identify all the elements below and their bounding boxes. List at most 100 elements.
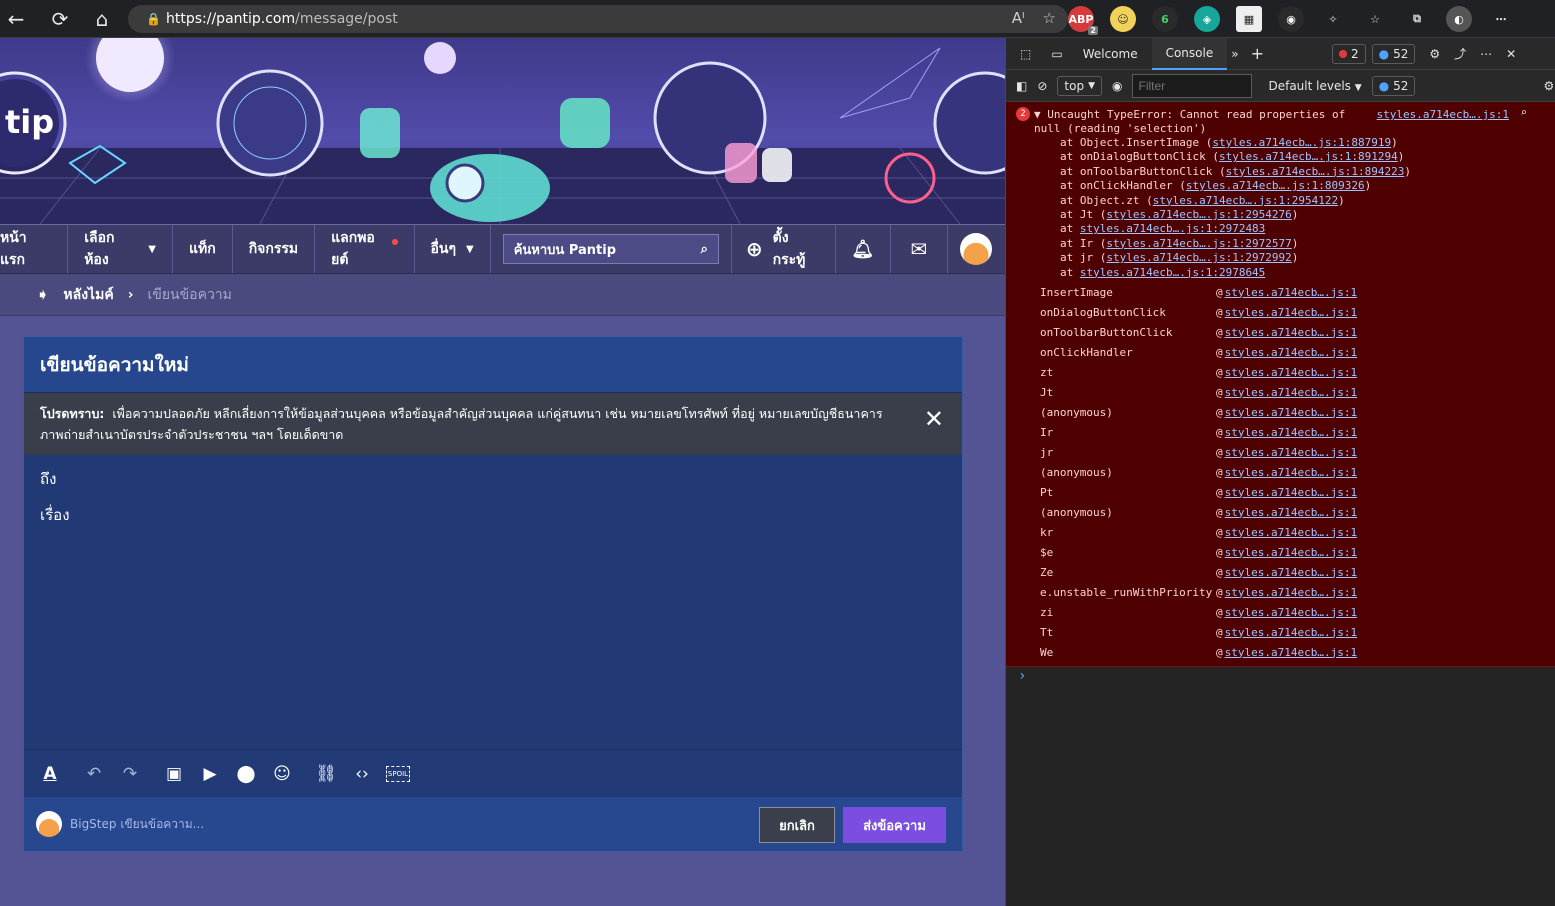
- frame-source-link[interactable]: styles.a714ecb….js:1: [1225, 466, 1357, 479]
- extension-qr-icon[interactable]: ▦: [1236, 6, 1262, 32]
- stack-source-link[interactable]: styles.a714ecb….js:1:2954122: [1153, 194, 1338, 207]
- frame-source-link[interactable]: styles.a714ecb….js:1: [1225, 586, 1357, 599]
- messages-button[interactable]: ✉: [891, 225, 948, 273]
- close-icon[interactable]: ✕: [924, 407, 944, 431]
- extension-green-icon[interactable]: 6: [1152, 6, 1178, 32]
- to-field[interactable]: ถึง: [24, 455, 962, 503]
- collections-icon[interactable]: ⧉: [1404, 6, 1430, 32]
- search-icon[interactable]: ⌕: [701, 242, 708, 257]
- extensions-icon[interactable]: ✧: [1320, 6, 1346, 32]
- stack-source-link[interactable]: styles.a714ecb….js:1:2972577: [1106, 237, 1291, 250]
- text-format-icon[interactable]: A: [38, 762, 62, 786]
- share-icon[interactable]: ⤴: [1454, 45, 1466, 62]
- favorite-add-icon[interactable]: ☆: [1043, 9, 1056, 27]
- stack-source-link[interactable]: styles.a714ecb….js:1:2978645: [1080, 266, 1265, 279]
- home-icon[interactable]: ⌂: [86, 3, 118, 35]
- console-filter-input[interactable]: [1132, 73, 1253, 98]
- cancel-button[interactable]: ยกเลิก: [759, 807, 835, 843]
- extension-mask-icon[interactable]: ◉: [1278, 6, 1304, 32]
- frame-source-link[interactable]: styles.a714ecb….js:1: [1225, 546, 1357, 559]
- inspect-element-icon[interactable]: ⬚: [1006, 38, 1045, 70]
- device-emulation-icon[interactable]: ▭: [1045, 38, 1068, 70]
- sidebar-toggle-icon[interactable]: ◧: [1016, 79, 1027, 93]
- context-selector[interactable]: top ▼: [1057, 75, 1102, 96]
- levels-badge[interactable]: ● 52: [1371, 75, 1416, 96]
- tab-console[interactable]: Console: [1151, 37, 1228, 70]
- frame-source-link[interactable]: styles.a714ecb….js:1: [1225, 626, 1357, 639]
- new-topic-button[interactable]: ⊕ ตั้งกระทู้: [730, 225, 836, 273]
- location-pin-icon[interactable]: ⬤: [234, 762, 258, 786]
- tab-welcome[interactable]: Welcome: [1069, 38, 1152, 70]
- info-count-badge[interactable]: ● 52: [1371, 43, 1416, 64]
- close-icon[interactable]: ✕: [1506, 47, 1516, 61]
- breadcrumb-home[interactable]: หลังไมค์: [63, 284, 113, 306]
- console-prompt[interactable]: ›: [1018, 668, 1026, 684]
- refresh-icon[interactable]: ⟳: [44, 3, 76, 35]
- link-icon[interactable]: ⛓: [314, 762, 338, 786]
- nav-home[interactable]: หน้าแรก: [0, 225, 69, 273]
- read-aloud-icon[interactable]: Aˡ: [1012, 9, 1025, 27]
- address-bar[interactable]: 🔒 https://pantip.com/message/post Aˡ ☆: [128, 5, 1068, 33]
- frame-source-link[interactable]: styles.a714ecb….js:1: [1225, 406, 1357, 419]
- message-body-editor[interactable]: [24, 551, 962, 749]
- search-icon[interactable]: ⌕: [1520, 106, 1527, 119]
- notifications-button[interactable]: 🔔︎: [836, 225, 892, 273]
- undo-icon[interactable]: ↶: [82, 762, 106, 786]
- redo-icon[interactable]: ↷: [118, 762, 142, 786]
- log-levels-dropdown[interactable]: Default levels ▼: [1268, 79, 1361, 93]
- frame-source-link[interactable]: styles.a714ecb….js:1: [1225, 346, 1357, 359]
- emoji-icon[interactable]: ☺: [270, 762, 294, 786]
- frame-source-link[interactable]: styles.a714ecb….js:1: [1225, 446, 1357, 459]
- frame-source-link[interactable]: styles.a714ecb….js:1: [1225, 526, 1357, 539]
- frame-source-link[interactable]: styles.a714ecb….js:1: [1225, 506, 1357, 519]
- send-message-button[interactable]: ส่งข้อความ: [843, 807, 946, 843]
- more-menu-icon[interactable]: ⋯: [1488, 6, 1514, 32]
- favorites-icon[interactable]: ☆: [1362, 6, 1388, 32]
- nav-tags[interactable]: แท็ก: [173, 225, 233, 273]
- add-tab-icon[interactable]: +: [1243, 38, 1272, 70]
- spoiler-icon[interactable]: SPOIL: [386, 765, 410, 782]
- more-tabs-icon[interactable]: »: [1227, 38, 1242, 70]
- insert-image-icon[interactable]: ▣: [162, 762, 186, 786]
- frame-source-link[interactable]: styles.a714ecb….js:1: [1225, 426, 1357, 439]
- frame-source-link[interactable]: styles.a714ecb….js:1: [1225, 366, 1357, 379]
- live-expression-icon[interactable]: ◉: [1112, 79, 1122, 93]
- console-settings-gear-icon[interactable]: ⚙: [1543, 79, 1554, 93]
- nav-more[interactable]: อื่นๆ ▼: [415, 225, 491, 273]
- expand-triangle-icon[interactable]: ▼: [1034, 108, 1047, 121]
- extension-teal-icon[interactable]: ◈: [1194, 6, 1220, 32]
- frame-source-link[interactable]: styles.a714ecb….js:1: [1225, 386, 1357, 399]
- nav-rooms[interactable]: เลือกห้อง ▼: [68, 225, 173, 273]
- code-icon[interactable]: ‹›: [350, 762, 374, 786]
- frame-source-link[interactable]: styles.a714ecb….js:1: [1225, 326, 1357, 339]
- stack-source-link[interactable]: styles.a714ecb….js:1:2972992: [1106, 251, 1291, 264]
- subject-field[interactable]: เรื่อง: [24, 503, 962, 551]
- back-icon[interactable]: ←: [0, 3, 32, 35]
- stack-source-link[interactable]: styles.a714ecb….js:1:809326: [1186, 179, 1365, 192]
- nav-activities[interactable]: กิจกรรม: [233, 225, 316, 273]
- stack-source-link[interactable]: styles.a714ecb….js:1:887919: [1212, 136, 1391, 149]
- more-menu-icon[interactable]: ⋯: [1480, 47, 1492, 61]
- nav-points[interactable]: แลกพอยต์: [315, 225, 415, 273]
- profile-avatar[interactable]: ◐: [1446, 6, 1472, 32]
- error-message[interactable]: ▼ Uncaught TypeError: Cannot read proper…: [1034, 108, 1374, 136]
- settings-gear-icon[interactable]: ⚙: [1429, 47, 1440, 61]
- frame-source-link[interactable]: styles.a714ecb….js:1: [1225, 606, 1357, 619]
- site-logo[interactable]: tip: [5, 103, 54, 141]
- stack-source-link[interactable]: styles.a714ecb….js:1:2954276: [1106, 208, 1291, 221]
- error-source-link[interactable]: styles.a714ecb….js:1: [1377, 108, 1509, 121]
- frame-source-link[interactable]: styles.a714ecb….js:1: [1225, 306, 1357, 319]
- frame-source-link[interactable]: styles.a714ecb….js:1: [1225, 646, 1357, 659]
- error-count-badge[interactable]: 2: [1331, 43, 1366, 64]
- frame-source-link[interactable]: styles.a714ecb….js:1: [1225, 566, 1357, 579]
- stack-source-link[interactable]: styles.a714ecb….js:1:891294: [1219, 150, 1398, 163]
- extension-abp-icon[interactable]: ABP 2: [1068, 6, 1098, 35]
- extension-face-icon[interactable]: ☺: [1110, 6, 1136, 32]
- stack-source-link[interactable]: styles.a714ecb….js:1:894223: [1226, 165, 1405, 178]
- user-avatar-button[interactable]: [948, 225, 1005, 273]
- insert-video-icon[interactable]: ▶: [198, 762, 222, 786]
- stack-source-link[interactable]: styles.a714ecb….js:1:2972483: [1080, 222, 1265, 235]
- frame-source-link[interactable]: styles.a714ecb….js:1: [1225, 286, 1357, 299]
- frame-source-link[interactable]: styles.a714ecb….js:1: [1225, 486, 1357, 499]
- clear-console-icon[interactable]: ⊘: [1037, 79, 1047, 93]
